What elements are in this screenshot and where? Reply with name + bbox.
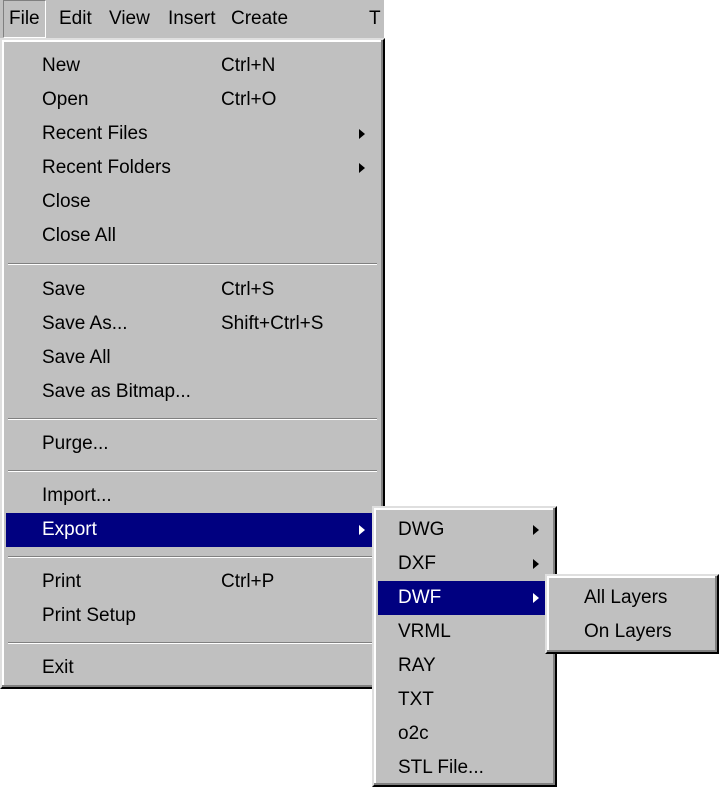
submenu-arrow-icon: [359, 525, 365, 535]
menu-item-recent-files[interactable]: Recent Files: [6, 117, 379, 151]
menu-item-recent-files-label: Recent Files: [42, 123, 148, 144]
menu-item-purge[interactable]: Purge...: [6, 427, 379, 461]
menu-item-save[interactable]: Save Ctrl+S: [6, 273, 379, 307]
dwf-item-on-layers[interactable]: On Layers: [551, 615, 713, 649]
submenu-arrow-icon: [533, 559, 539, 569]
file-menu: New Ctrl+N Open Ctrl+O Recent Files Rece…: [0, 38, 385, 689]
submenu-arrow-icon: [359, 163, 365, 173]
menu-item-recent-folders-label: Recent Folders: [42, 157, 171, 178]
menu-item-close[interactable]: Close: [6, 185, 379, 219]
export-item-dwf-label: DWF: [398, 587, 442, 608]
export-item-stl-file-label: STL File...: [398, 757, 484, 778]
menu-insert[interactable]: Insert: [168, 0, 216, 38]
menu-item-save-all-label: Save All: [42, 347, 111, 368]
menu-item-exit-label: Exit: [42, 657, 74, 678]
export-item-dxf-label: DXF: [398, 553, 436, 574]
menu-bar: File Edit View Insert Create T: [0, 0, 384, 38]
export-item-dwf[interactable]: DWF: [378, 581, 551, 615]
export-item-vrml[interactable]: VRML: [378, 615, 551, 649]
export-item-ray-label: RAY: [398, 655, 436, 676]
menu-item-save-as[interactable]: Save As... Shift+Ctrl+S: [6, 307, 379, 341]
export-item-txt-label: TXT: [398, 689, 434, 710]
menu-item-save-all[interactable]: Save All: [6, 341, 379, 375]
menu-view[interactable]: View: [109, 0, 150, 38]
menu-item-save-shortcut: Ctrl+S: [221, 279, 275, 300]
menu-item-print-setup-label: Print Setup: [42, 605, 136, 626]
submenu-arrow-icon: [359, 129, 365, 139]
menu-item-save-as-shortcut: Shift+Ctrl+S: [221, 313, 324, 334]
menu-item-print-label: Print: [42, 571, 82, 592]
menu-item-new[interactable]: New Ctrl+N: [6, 49, 379, 83]
menu-t-truncated[interactable]: T: [369, 0, 381, 38]
menu-item-close-all[interactable]: Close All: [6, 219, 379, 253]
menu-item-close-all-label: Close All: [42, 225, 116, 246]
export-item-dwg[interactable]: DWG: [378, 513, 551, 547]
menu-item-purge-label: Purge...: [42, 433, 109, 454]
menu-item-export-label: Export: [42, 519, 97, 540]
export-item-o2c-label: o2c: [398, 723, 429, 744]
menu-item-save-as-bitmap[interactable]: Save as Bitmap...: [6, 375, 379, 409]
menu-file[interactable]: File: [3, 0, 46, 38]
menu-item-new-label: New: [42, 55, 81, 76]
submenu-arrow-icon: [533, 525, 539, 535]
export-item-ray[interactable]: RAY: [378, 649, 551, 683]
menu-separator: [8, 418, 377, 420]
menu-item-print[interactable]: Print Ctrl+P: [6, 565, 379, 599]
export-item-o2c[interactable]: o2c: [378, 717, 551, 751]
menu-item-save-label: Save: [42, 279, 86, 300]
export-item-dwg-label: DWG: [398, 519, 445, 540]
dwf-item-all-layers-label: All Layers: [584, 587, 668, 608]
menu-create[interactable]: Create: [231, 0, 288, 38]
menu-item-exit[interactable]: Exit: [6, 651, 379, 685]
menu-item-print-shortcut: Ctrl+P: [221, 571, 275, 592]
export-item-stl-file[interactable]: STL File...: [378, 751, 551, 785]
menu-edit[interactable]: Edit: [59, 0, 92, 38]
menu-separator: [8, 556, 377, 558]
menu-item-print-setup[interactable]: Print Setup: [6, 599, 379, 633]
export-item-vrml-label: VRML: [398, 621, 451, 642]
menu-separator: [8, 263, 377, 265]
menu-item-import-label: Import...: [42, 485, 112, 506]
menu-item-save-as-bitmap-label: Save as Bitmap...: [42, 381, 191, 402]
menu-item-open[interactable]: Open Ctrl+O: [6, 83, 379, 117]
menu-item-open-shortcut: Ctrl+O: [221, 89, 277, 110]
menu-item-export[interactable]: Export: [6, 513, 379, 547]
dwf-item-all-layers[interactable]: All Layers: [551, 581, 713, 615]
menu-item-import[interactable]: Import...: [6, 479, 379, 513]
menu-item-close-label: Close: [42, 191, 91, 212]
menu-item-open-label: Open: [42, 89, 89, 110]
export-submenu: DWG DXF DWF VRML RAY TXT o2c STL File...: [372, 506, 557, 787]
export-item-txt[interactable]: TXT: [378, 683, 551, 717]
menu-item-new-shortcut: Ctrl+N: [221, 55, 276, 76]
submenu-arrow-icon: [533, 593, 539, 603]
menu-item-recent-folders[interactable]: Recent Folders: [6, 151, 379, 185]
dwf-submenu: All Layers On Layers: [545, 574, 719, 654]
dwf-item-on-layers-label: On Layers: [584, 621, 672, 642]
menu-separator: [8, 642, 377, 644]
menu-separator: [8, 470, 377, 472]
menu-item-save-as-label: Save As...: [42, 313, 128, 334]
export-item-dxf[interactable]: DXF: [378, 547, 551, 581]
